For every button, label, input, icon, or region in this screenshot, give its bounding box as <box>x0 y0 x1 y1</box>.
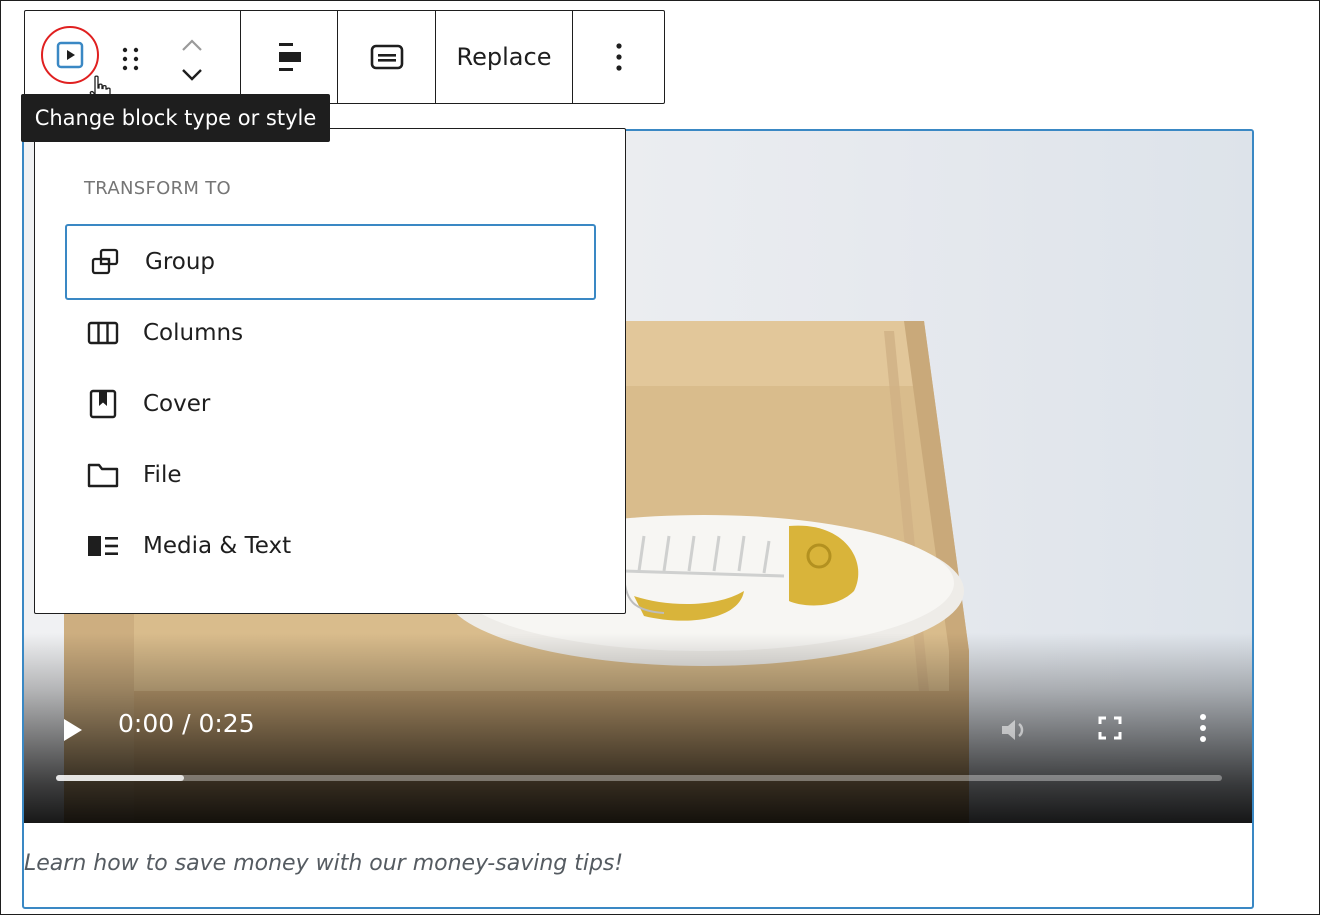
time-display: 0:00 / 0:25 <box>118 709 255 738</box>
transform-item-file[interactable]: File <box>65 437 596 513</box>
transform-item-cover[interactable]: Cover <box>65 366 596 442</box>
transform-item-label: Group <box>145 249 216 275</box>
move-down-icon[interactable] <box>177 64 207 84</box>
transform-item-label: File <box>143 462 182 488</box>
video-progress-bar[interactable] <box>56 775 1222 781</box>
columns-icon <box>85 315 121 351</box>
play-icon[interactable] <box>62 717 84 743</box>
media-text-icon <box>85 528 121 564</box>
block-mover <box>177 36 207 84</box>
video-progress-fill <box>56 775 185 781</box>
fullscreen-icon[interactable] <box>1097 715 1123 741</box>
toolbar-group-caption <box>338 11 436 103</box>
block-toolbar: Replace <box>24 10 665 104</box>
video-caption[interactable]: Learn how to save money with our money-s… <box>24 851 623 876</box>
transform-item-label: Cover <box>143 391 211 417</box>
caption-icon[interactable] <box>370 43 404 71</box>
transform-item-media-text[interactable]: Media & Text <box>65 508 596 584</box>
more-options-icon[interactable] <box>614 41 624 73</box>
transform-item-group[interactable]: Group <box>65 224 596 300</box>
volume-icon[interactable] <box>999 716 1029 744</box>
transform-item-columns[interactable]: Columns <box>65 295 596 371</box>
cover-icon <box>85 386 121 422</box>
drag-handle-icon[interactable] <box>121 47 141 77</box>
replace-button[interactable]: Replace <box>457 43 552 71</box>
toolbar-group-replace: Replace <box>436 11 573 103</box>
align-left-icon[interactable] <box>275 41 303 73</box>
video-more-icon[interactable] <box>1198 713 1208 743</box>
move-up-icon[interactable] <box>177 36 207 56</box>
video-block-icon <box>56 41 84 69</box>
transform-item-label: Columns <box>143 320 244 346</box>
transform-item-label: Media & Text <box>143 533 292 559</box>
transform-dropdown: TRANSFORM TO Group Columns Cover File Me… <box>34 128 626 614</box>
tooltip: Change block type or style <box>21 94 330 142</box>
file-icon <box>85 457 121 493</box>
transform-heading: TRANSFORM TO <box>84 178 232 199</box>
group-icon <box>87 244 123 280</box>
toolbar-group-align <box>241 11 338 103</box>
toolbar-group-block <box>25 11 241 104</box>
toolbar-group-options <box>573 11 664 103</box>
